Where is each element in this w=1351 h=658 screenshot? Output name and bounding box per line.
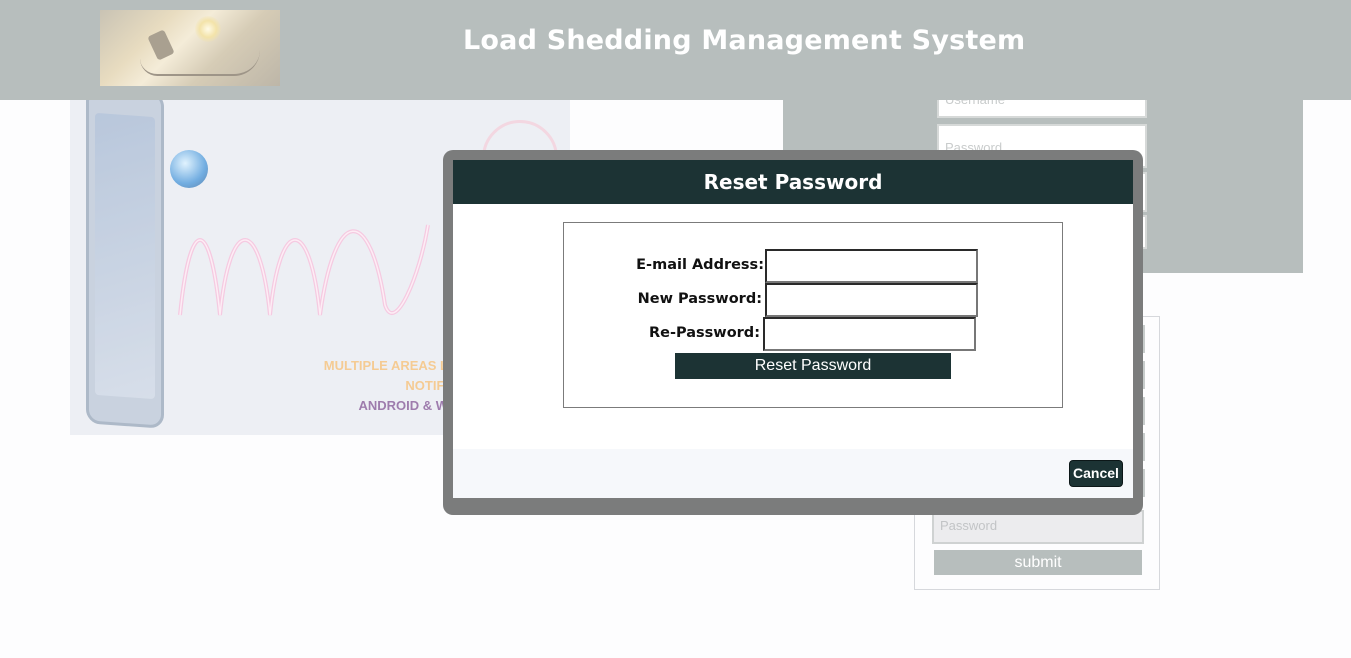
reset-password-modal: Reset Password E-mail Address: New Passw…	[453, 160, 1133, 498]
banner-caption: MULTIPLE AREAS L NOTIFI ANDROID & W	[312, 356, 448, 416]
bulb-plug-logo-icon	[100, 10, 280, 86]
submit-button[interactable]: submit	[934, 550, 1142, 575]
email-label: E-mail Address:	[636, 257, 764, 273]
globe-icon	[170, 150, 208, 188]
neon-scribble-graphic	[178, 224, 430, 316]
reg-password-input[interactable]: Password	[932, 510, 1144, 544]
site-title: Load Shedding Management System	[463, 25, 1026, 56]
reset-password-form: E-mail Address: New Password: Re-Passwor…	[563, 222, 1063, 408]
banner-line-3: ANDROID & W	[358, 398, 448, 413]
modal-header: Reset Password	[453, 160, 1133, 204]
banner-line-1: MULTIPLE AREAS L	[323, 358, 448, 373]
re-password-field[interactable]	[763, 317, 976, 351]
banner-line-2: NOTIFI	[405, 378, 448, 393]
cancel-button[interactable]: Cancel	[1069, 460, 1123, 487]
modal-title: Reset Password	[703, 170, 883, 194]
site-header: Load Shedding Management System	[0, 0, 1351, 100]
new-password-field[interactable]	[765, 283, 978, 317]
phone-icon	[86, 100, 164, 429]
new-password-label: New Password:	[637, 291, 762, 307]
re-password-label: Re-Password:	[649, 325, 760, 341]
modal-overlay-frame: Reset Password E-mail Address: New Passw…	[443, 150, 1143, 515]
modal-footer: Cancel	[453, 449, 1133, 498]
email-field[interactable]	[765, 249, 978, 283]
reset-password-button[interactable]: Reset Password	[675, 353, 951, 379]
